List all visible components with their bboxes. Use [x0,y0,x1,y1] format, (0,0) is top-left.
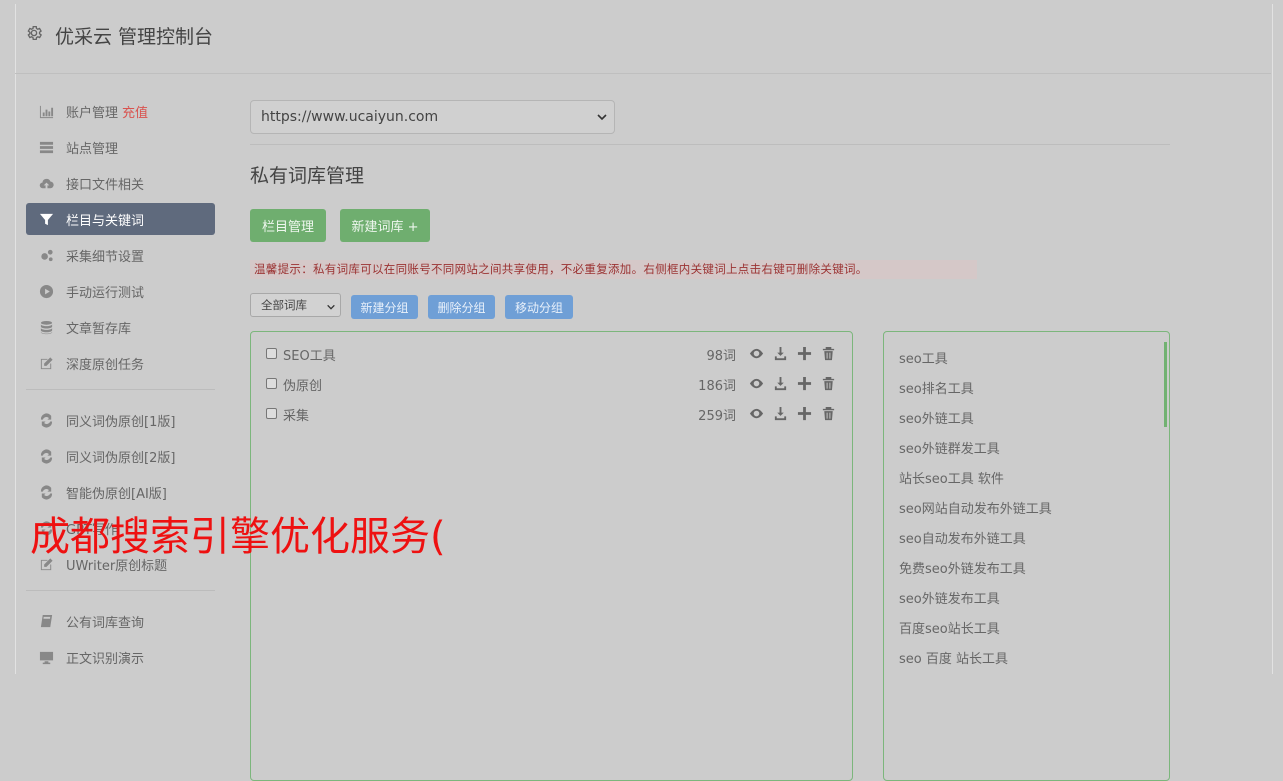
refresh-icon [38,448,54,464]
keyword-item[interactable]: seo网站自动发布外链工具 [899,498,1052,517]
edit-icon [38,355,54,371]
sidebar-divider [26,590,215,591]
app-title: 优采云 管理控制台 [55,26,214,48]
sidebar-item-public-library[interactable]: 公有词库查询 [26,605,215,637]
library-count: 259词 [698,409,736,424]
overlay-text: 成都搜索引擎优化服务( [30,514,446,560]
keyword-list: seo工具 seo排名工具 seo外链工具 seo外链群发工具 站长seo工具 … [883,331,1170,781]
move-group-button[interactable]: 移动分组 [505,295,573,319]
library-name[interactable]: 采集 [283,405,309,424]
play-circle-icon [38,283,54,299]
refresh-icon [38,484,54,500]
sidebar-item-label: 正文识别演示 [66,651,145,667]
sidebar-item-manual-run[interactable]: 手动运行测试 [26,275,215,307]
refresh-icon [38,412,54,428]
download-icon[interactable] [772,405,788,421]
site-select-value: https://www.ucaiyun.com [261,109,439,125]
sidebar-item-collect-settings[interactable]: 采集细节设置 [26,239,215,271]
keyword-item[interactable]: seo外链发布工具 [899,588,1000,607]
sidebar-item-label: 账户管理 [66,105,119,121]
trash-icon[interactable] [820,405,836,421]
database-icon [38,319,54,335]
scrollbar[interactable] [1164,342,1167,427]
top-bar: 优采云 管理控制台 [15,4,1271,74]
sidebar-item-body-detect[interactable]: 正文识别演示 [26,641,215,673]
book-icon [38,613,54,629]
eye-icon[interactable] [748,405,764,421]
sidebar-item-label: 公有词库查询 [66,615,145,631]
sidebar-item-synonym-v1[interactable]: 同义词伪原创[1版] [26,404,215,436]
sidebar-item-label: 文章暂存库 [66,321,132,337]
filter-icon [38,211,54,227]
cloud-upload-icon [38,175,54,191]
server-icon [38,139,54,155]
recharge-link[interactable]: 充值 [122,102,148,121]
sidebar-divider [26,389,215,390]
plus-icon[interactable] [796,345,812,361]
monitor-icon [38,649,54,665]
sidebar-item-label: 栏目与关键词 [66,213,145,229]
sidebar-item-label: 站点管理 [66,141,119,157]
keyword-item[interactable]: 百度seo站长工具 [899,618,1000,637]
download-icon[interactable] [772,375,788,391]
library-name[interactable]: SEO工具 [283,345,336,364]
sidebar-item-label: 采集细节设置 [66,249,145,265]
sidebar-item-api-files[interactable]: 接口文件相关 [26,167,215,199]
plus-icon[interactable] [796,405,812,421]
divider [250,144,1170,145]
keyword-item[interactable]: 免费seo外链发布工具 [899,558,1026,577]
new-group-button[interactable]: 新建分组 [351,295,418,319]
library-checkbox[interactable] [266,348,277,359]
library-checkbox[interactable] [266,408,277,419]
gear-icon [25,24,43,42]
library-count: 98词 [706,349,736,364]
plus-icon[interactable] [796,375,812,391]
site-select[interactable]: https://www.ucaiyun.com [250,100,615,134]
chevron-down-icon [326,301,336,311]
delete-group-button[interactable]: 删除分组 [428,295,495,319]
sidebar-item-synonym-v2[interactable]: 同义词伪原创[2版] [26,440,215,472]
sidebar-item-columns-keywords[interactable]: 栏目与关键词 [26,203,215,235]
sidebar: 账户管理 充值 站点管理 接口文件相关 栏目与关键词 采集细节设置 手动运行测试… [26,95,215,677]
trash-icon[interactable] [820,345,836,361]
column-manage-button[interactable]: 栏目管理 [250,209,326,242]
keyword-item[interactable]: seo外链群发工具 [899,438,1000,457]
sidebar-item-label: 手动运行测试 [66,285,145,301]
sidebar-item-article-store[interactable]: 文章暂存库 [26,311,215,343]
keyword-item[interactable]: seo工具 [899,348,948,367]
sidebar-item-sites[interactable]: 站点管理 [26,131,215,163]
page-title: 私有词库管理 [250,165,365,187]
keyword-item[interactable]: 站长seo工具 软件 [899,468,1004,487]
keyword-item[interactable]: seo自动发布外链工具 [899,528,1026,547]
library-row: SEO工具 98词 [266,344,836,366]
library-count: 186词 [698,379,736,394]
eye-icon[interactable] [748,375,764,391]
chevron-down-icon [596,111,608,123]
cogs-icon [38,247,54,263]
new-library-button[interactable]: 新建词库 + [340,209,430,242]
library-name[interactable]: 伪原创 [283,375,322,394]
keyword-item[interactable]: seo外链工具 [899,408,974,427]
eye-icon[interactable] [748,345,764,361]
sidebar-item-label: 深度原创任务 [66,357,145,373]
library-row: 伪原创 186词 [266,374,836,396]
group-select[interactable]: 全部词库 [250,293,341,317]
sidebar-item-deep-original[interactable]: 深度原创任务 [26,347,215,379]
sidebar-item-label: 同义词伪原创[1版] [66,414,176,430]
tip-text: 温馨提示：私有词库可以在同账号不同网站之间共享使用，不必重复添加。右侧框内关键词… [250,260,977,279]
sidebar-item-label: 同义词伪原创[2版] [66,450,176,466]
keyword-item[interactable]: seo排名工具 [899,378,974,397]
sidebar-item-label: 智能伪原创[AI版] [66,486,167,502]
bar-chart-icon [38,103,54,119]
sidebar-item-label: 接口文件相关 [66,177,145,193]
keyword-item[interactable]: seo 百度 站长工具 [899,648,1008,667]
library-row: 采集 259词 [266,404,836,426]
download-icon[interactable] [772,345,788,361]
trash-icon[interactable] [820,375,836,391]
sidebar-item-account[interactable]: 账户管理 充值 [26,95,215,127]
library-checkbox[interactable] [266,378,277,389]
group-select-value: 全部词库 [261,298,307,312]
